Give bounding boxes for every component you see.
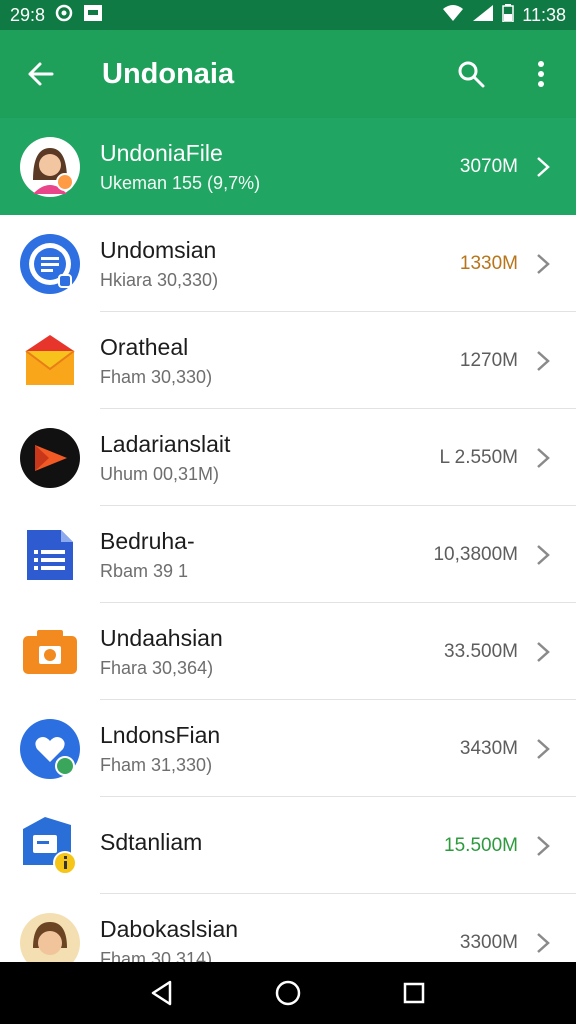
chevron-right-icon	[537, 544, 550, 565]
item-size: L 2.550M	[439, 446, 518, 468]
chevron-right-icon	[537, 447, 550, 468]
search-button[interactable]	[436, 30, 506, 118]
item-name: Bedruha-	[100, 527, 195, 554]
status-time-left: 29:8	[10, 4, 46, 25]
more-options-button[interactable]	[506, 30, 576, 118]
document-icon	[27, 529, 73, 580]
camera-icon	[23, 629, 77, 674]
item-name: Oratheal	[100, 333, 189, 360]
wifi-icon	[442, 4, 464, 27]
app-list: Undomsian Hkiara 30,330) 1330M Oratheal …	[0, 215, 576, 991]
item-subtitle: Rbam 39 1	[100, 560, 189, 581]
heart-icon	[20, 718, 80, 779]
app-bar: Undonaia	[0, 30, 576, 118]
list-item[interactable]: LndonsFian Fham 31,330) 3430M	[0, 700, 576, 797]
item-subtitle: Uhum 00,31M)	[100, 463, 220, 484]
recents-square-icon[interactable]	[402, 981, 426, 1005]
item-name: Undomsian	[100, 236, 217, 263]
list-item[interactable]: Ladarianslait Uhum 00,31M) L 2.550M	[0, 409, 576, 506]
chevron-right-icon	[537, 738, 550, 759]
featured-name: UndoniaFile	[100, 139, 223, 166]
chevron-right-icon	[537, 350, 550, 371]
avatar-girl-icon	[20, 136, 80, 197]
home-circle-icon[interactable]	[274, 979, 302, 1007]
mail-envelope-icon	[25, 334, 75, 385]
back-button[interactable]	[0, 30, 80, 118]
item-subtitle: Fham 31,330)	[100, 754, 213, 775]
arrow-left-icon	[28, 62, 54, 86]
notification-icon	[55, 4, 73, 27]
featured-subtitle: Ukeman 155 (9,7%)	[100, 172, 261, 193]
status-time-right: 11:38	[522, 4, 566, 25]
chevron-right-icon	[537, 641, 550, 662]
system-nav-bar	[0, 962, 576, 1024]
back-triangle-icon[interactable]	[150, 980, 174, 1006]
item-size: 1270M	[459, 349, 518, 371]
image-notification-icon	[83, 4, 103, 27]
chevron-right-icon	[537, 156, 550, 177]
signal-icon	[472, 4, 494, 27]
item-name: Dabokaslsian	[100, 915, 239, 942]
chevron-right-icon	[537, 253, 550, 274]
chevron-right-icon	[537, 835, 550, 856]
item-size: 3430M	[459, 737, 518, 759]
item-name: Sdtanliam	[100, 829, 203, 855]
item-size: 15.500M	[444, 834, 518, 856]
item-size: 3300M	[459, 931, 518, 953]
item-size: 10,3800M	[433, 543, 518, 565]
chevron-right-icon	[537, 932, 550, 953]
featured-size: 3070M	[459, 155, 518, 177]
status-bar: 29:8 11:38	[0, 0, 576, 30]
item-size: 1330M	[459, 252, 518, 274]
item-subtitle: Hkiara 30,330)	[100, 269, 219, 290]
page-title: Undonaia	[102, 57, 235, 90]
item-subtitle: Fhara 30,364)	[100, 657, 214, 678]
list-item[interactable]: Oratheal Fham 30,330) 1270M	[0, 312, 576, 409]
list-item[interactable]: Bedruha- Rbam 39 1 10,3800M	[0, 506, 576, 603]
search-icon	[458, 61, 485, 88]
item-size: 33.500M	[444, 640, 518, 662]
item-subtitle: Fham 30,330)	[100, 366, 213, 387]
featured-item[interactable]: UndoniaFile Ukeman 155 (9,7%) 3070M	[0, 118, 576, 215]
battery-icon	[502, 3, 515, 27]
folder-info-icon	[23, 816, 77, 875]
list-item[interactable]: Undomsian Hkiara 30,330) 1330M	[0, 215, 576, 312]
more-vert-icon	[538, 61, 544, 87]
item-name: Undaahsian	[100, 624, 223, 651]
item-name: Ladarianslait	[100, 430, 231, 457]
item-name: LndonsFian	[100, 721, 221, 748]
list-item[interactable]: Sdtanliam 15.500M	[0, 797, 576, 894]
chat-bubble-icon	[20, 233, 80, 294]
play-triangle-icon	[20, 427, 80, 488]
list-item[interactable]: Undaahsian Fhara 30,364) 33.500M	[0, 603, 576, 700]
